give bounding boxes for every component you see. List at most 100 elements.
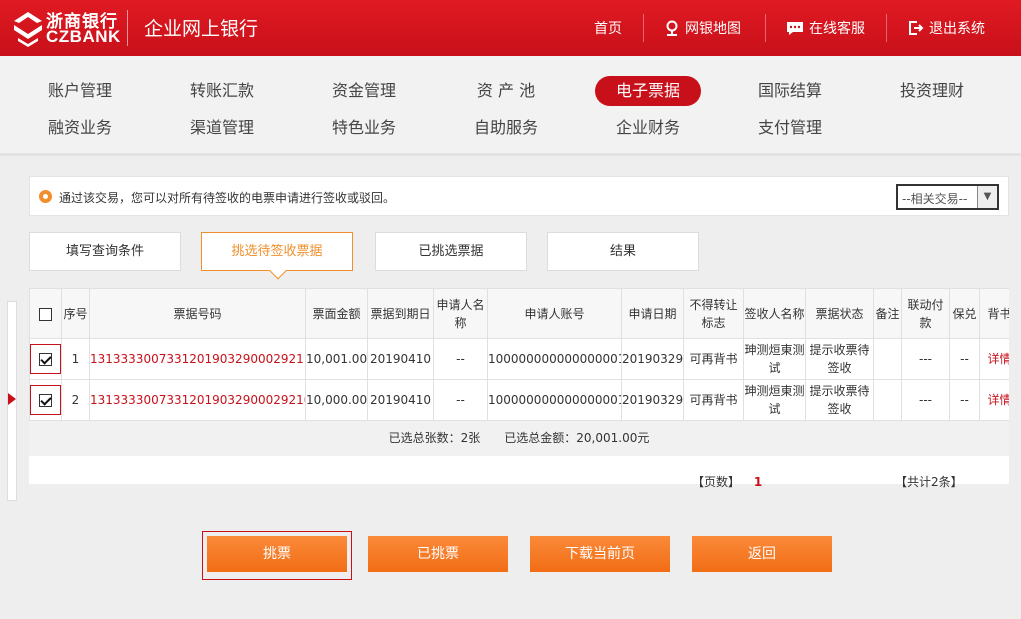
- menu-item-accounts[interactable]: 账户管理: [27, 76, 133, 106]
- bills-table: 序号 票据号码 票面金额 票据到期日 申请人名称 申请人账号 申请日期 不得转让…: [29, 288, 1009, 421]
- chevron-down-icon[interactable]: ▼: [977, 186, 997, 208]
- select-all-cell: [29, 288, 62, 339]
- apply-date: 20190329: [621, 379, 684, 421]
- nav-separator: [643, 14, 644, 42]
- transfer-flag: 可再背书: [683, 338, 744, 380]
- due-date: 20190410: [367, 379, 434, 421]
- menu-item-self-service[interactable]: 自助服务: [453, 113, 559, 143]
- bill-amount: 10,001.00: [305, 338, 368, 380]
- menu-item-funds[interactable]: 资金管理: [311, 76, 417, 106]
- row-checkbox-highlight: [30, 385, 61, 415]
- column-header: 票面金额: [305, 288, 368, 339]
- column-header: 不得转让标志: [683, 288, 744, 339]
- map-pin-icon: [666, 20, 678, 36]
- bill-number-link[interactable]: 131333300733120190329000292117: [89, 338, 306, 380]
- row-number: 1: [61, 338, 90, 380]
- chat-icon: [787, 22, 803, 35]
- nav-home-label: 首页: [594, 21, 622, 37]
- table-row[interactable]: 2 131333300733120190329000292109 10,000.…: [29, 379, 1009, 421]
- column-header: 签收人名称: [743, 288, 806, 339]
- row-number: 2: [61, 379, 90, 421]
- guarantee: --: [949, 379, 980, 421]
- related-transactions-select[interactable]: --相关交易-- ▼: [896, 184, 999, 210]
- column-header: 申请人账号: [487, 288, 622, 339]
- bill-status: 提示收票待签收: [805, 338, 874, 380]
- row-checkbox[interactable]: [39, 394, 52, 407]
- column-header: 申请日期: [621, 288, 684, 339]
- related-transactions-value: --相关交易--: [902, 192, 968, 206]
- nav-separator: [765, 14, 766, 42]
- header-divider: [127, 10, 128, 46]
- nav-separator: [886, 14, 887, 42]
- nav-site-map-label: 网银地图: [685, 21, 741, 37]
- nav-online-service[interactable]: 在线客服: [786, 18, 865, 38]
- applicant-account: 100000000000000001: [487, 379, 622, 421]
- due-date: 20190410: [367, 338, 434, 380]
- menu-item-asset-pool[interactable]: 资 产 池: [453, 76, 559, 106]
- current-page[interactable]: 1: [754, 475, 762, 489]
- logout-icon: [909, 21, 924, 35]
- step-selected-bills[interactable]: 已挑选票据: [375, 232, 527, 271]
- row-checkbox[interactable]: [39, 353, 52, 366]
- column-header: 备注: [873, 288, 902, 339]
- bill-number-link[interactable]: 131333300733120190329000292109: [89, 379, 306, 421]
- column-header: 票据到期日: [367, 288, 434, 339]
- notice-text: 通过该交易，您可以对所有待签收的电票申请进行签收或驳回。: [59, 191, 396, 205]
- receiver-name: 珅测烜東测试: [743, 338, 806, 380]
- select-all-checkbox[interactable]: [39, 307, 52, 321]
- czbank-logo-icon: [14, 12, 42, 47]
- applicant-name: --: [433, 338, 488, 380]
- menu-item-transfer[interactable]: 转账汇款: [169, 76, 275, 106]
- apply-date: 20190329: [621, 338, 684, 380]
- row-pointer-icon: [8, 393, 16, 405]
- menu-item-investment[interactable]: 投资理财: [879, 76, 985, 106]
- top-header: 浙商银行 CZBANK 企业网上银行 首页 网银地图 在线客服 退出系统: [0, 0, 1021, 56]
- pages-label: 【页数】: [692, 475, 741, 489]
- step-query-conditions[interactable]: 填写查询条件: [29, 232, 181, 271]
- table-row[interactable]: 1 131333300733120190329000292117 10,001.…: [29, 338, 1009, 380]
- location-pin-icon: [39, 190, 52, 203]
- nav-online-service-label: 在线客服: [809, 21, 865, 37]
- column-header: 票据状态: [805, 288, 874, 339]
- menu-item-corporate-finance[interactable]: 企业财务: [595, 113, 701, 143]
- nav-home[interactable]: 首页: [594, 18, 622, 38]
- step-result[interactable]: 结果: [547, 232, 699, 271]
- pick-bills-button[interactable]: 挑票: [207, 536, 347, 572]
- download-page-button[interactable]: 下载当前页: [530, 536, 670, 572]
- nav-site-map[interactable]: 网银地图: [664, 18, 741, 38]
- receiver-name: 珅测烜東测试: [743, 379, 806, 421]
- menu-item-channels[interactable]: 渠道管理: [169, 113, 275, 143]
- selection-summary: 已选总张数：2张 已选总金额：20,001.00元: [29, 421, 1009, 456]
- row-checkbox-highlight: [30, 344, 61, 374]
- menu-item-featured[interactable]: 特色业务: [311, 113, 417, 143]
- endorse-details-link[interactable]: 详情: [979, 338, 1009, 380]
- linked-payment: ---: [901, 338, 950, 380]
- menu-item-intl-settlement[interactable]: 国际结算: [737, 76, 843, 106]
- transfer-flag: 可再背书: [683, 379, 744, 421]
- row-select-cell: [29, 379, 62, 421]
- column-header: 背书: [979, 288, 1009, 339]
- row-select-cell: [29, 338, 62, 380]
- step-select-bills[interactable]: 挑选待签收票据: [201, 232, 353, 271]
- brand-name-en: CZBANK: [46, 27, 121, 46]
- total-count: 【共计2条】: [895, 475, 963, 489]
- remark: [873, 338, 902, 380]
- nav-logout-label: 退出系统: [929, 21, 985, 37]
- pager: 【页数】 1: [692, 473, 762, 490]
- table-header-row: 序号 票据号码 票面金额 票据到期日 申请人名称 申请人账号 申请日期 不得转让…: [29, 288, 1009, 339]
- nav-logout[interactable]: 退出系统: [908, 18, 985, 38]
- app-title: 企业网上银行: [144, 18, 259, 40]
- menu-item-e-bills[interactable]: 电子票据: [595, 76, 701, 106]
- picked-bills-button[interactable]: 已挑票: [368, 536, 508, 572]
- column-header: 联动付款: [901, 288, 950, 339]
- menu-item-payments[interactable]: 支付管理: [737, 113, 843, 143]
- bill-status: 提示收票待签收: [805, 379, 874, 421]
- main-menu: 账户管理 转账汇款 资金管理 资 产 池 电子票据 国际结算 投资理财 融资业务…: [0, 56, 1021, 156]
- column-header: 序号: [61, 288, 90, 339]
- column-header: 保兑: [949, 288, 980, 339]
- back-button[interactable]: 返回: [692, 536, 832, 572]
- notice-bar: 通过该交易，您可以对所有待签收的电票申请进行签收或驳回。 --相关交易-- ▼: [29, 176, 1009, 216]
- remark: [873, 379, 902, 421]
- menu-item-financing[interactable]: 融资业务: [27, 113, 133, 143]
- endorse-details-link[interactable]: 详情: [979, 379, 1009, 421]
